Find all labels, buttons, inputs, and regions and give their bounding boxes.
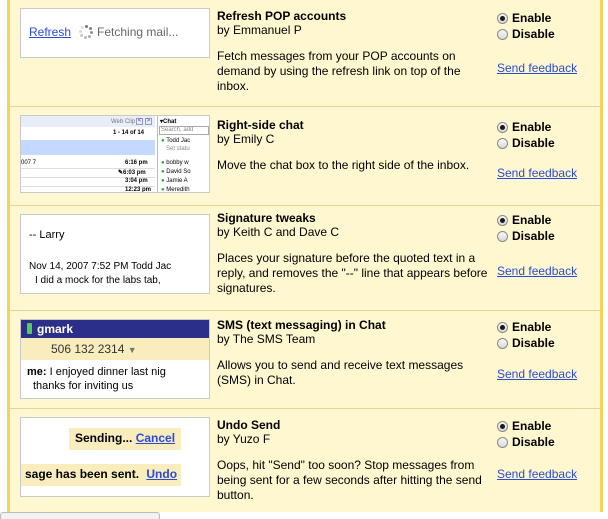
lab-description: Allows you to send and receive text mess… [217, 358, 464, 387]
enable-option[interactable]: Enable [497, 119, 597, 135]
disable-option[interactable]: Disable [497, 335, 597, 351]
lab-description: Fetch messages from your POP accounts on… [217, 49, 461, 93]
lab-name: SMS (text messaging) in Chat [217, 318, 386, 332]
enable-option[interactable]: Enable [497, 10, 597, 26]
preview-refresh-link: Refresh [29, 25, 72, 39]
spinner-icon [79, 25, 94, 39]
lab-author: by Yuzo F [217, 432, 271, 446]
lab-author: by Emmanuel P [217, 23, 302, 37]
lab-description: Places your signature before the quoted … [217, 251, 488, 295]
radio-unchecked-icon[interactable] [497, 137, 508, 149]
send-feedback-link[interactable]: Send feedback [497, 166, 577, 180]
radio-checked-icon[interactable] [497, 121, 508, 133]
radio-unchecked-icon[interactable] [497, 230, 508, 242]
disable-option[interactable]: Disable [497, 135, 597, 151]
radio-unchecked-icon[interactable] [497, 337, 508, 349]
lab-preview-image: gmark 506 132 2314 ▼ me: I enjoyed dinne… [20, 319, 210, 399]
radio-checked-icon[interactable] [497, 214, 508, 226]
send-feedback-link[interactable]: Send feedback [497, 61, 577, 75]
lab-author: by The SMS Team [217, 332, 316, 346]
enable-option[interactable]: Enable [497, 319, 597, 335]
disable-option[interactable]: Disable [497, 434, 597, 450]
lab-name: Signature tweaks [217, 211, 316, 225]
disable-option[interactable]: Disable [497, 26, 597, 42]
phone-icon [27, 323, 32, 334]
lab-name: Refresh POP accounts [217, 9, 347, 23]
lab-preview-image: Web Clip < > 1 - 14 of 14 007 7 6:16 pm … [20, 115, 210, 193]
lab-author: by Emily C [217, 132, 275, 146]
radio-checked-icon[interactable] [497, 12, 508, 24]
lab-name: Undo Send [217, 418, 281, 432]
enable-option[interactable]: Enable [497, 212, 597, 228]
lab-signature-tweaks: -- Larry Nov 14, 2007 7:52 PM Todd Jac I… [10, 205, 600, 309]
dropdown-arrow-icon: ▼ [127, 345, 137, 355]
radio-unchecked-icon[interactable] [497, 436, 508, 448]
lab-description: Move the chat box to the right side of t… [217, 158, 470, 172]
send-feedback-link[interactable]: Send feedback [497, 264, 577, 278]
lab-preview-image: Refresh Fetching mail... [20, 8, 210, 58]
lab-undo-send: Sending... Cancel sage has been sent. Un… [10, 408, 600, 512]
send-feedback-link[interactable]: Send feedback [497, 467, 577, 481]
lab-description: Oops, hit "Send" too soon? Stop messages… [217, 458, 482, 502]
lab-preview-image: Sending... Cancel sage has been sent. Un… [20, 417, 210, 497]
lab-author: by Keith C and Dave C [217, 225, 340, 239]
lab-name: Right-side chat [217, 118, 304, 132]
lab-right-side-chat: Web Clip < > 1 - 14 of 14 007 7 6:16 pm … [10, 106, 600, 204]
enable-option[interactable]: Enable [497, 418, 597, 434]
lab-sms-in-chat: gmark 506 132 2314 ▼ me: I enjoyed dinne… [10, 310, 600, 408]
lab-preview-image: -- Larry Nov 14, 2007 7:52 PM Todd Jac I… [20, 214, 210, 294]
horizontal-scrollbar[interactable] [0, 512, 160, 519]
radio-checked-icon[interactable] [497, 420, 508, 432]
labs-page: Refresh Fetching mail... Refresh POP acc… [0, 0, 608, 519]
radio-checked-icon[interactable] [497, 321, 508, 333]
send-feedback-link[interactable]: Send feedback [497, 367, 577, 381]
lab-refresh-pop: Refresh Fetching mail... Refresh POP acc… [10, 0, 600, 104]
disable-option[interactable]: Disable [497, 228, 597, 244]
preview-status-text: Fetching mail... [97, 25, 179, 39]
labs-panel: Refresh Fetching mail... Refresh POP acc… [7, 0, 603, 512]
radio-unchecked-icon[interactable] [497, 28, 508, 40]
